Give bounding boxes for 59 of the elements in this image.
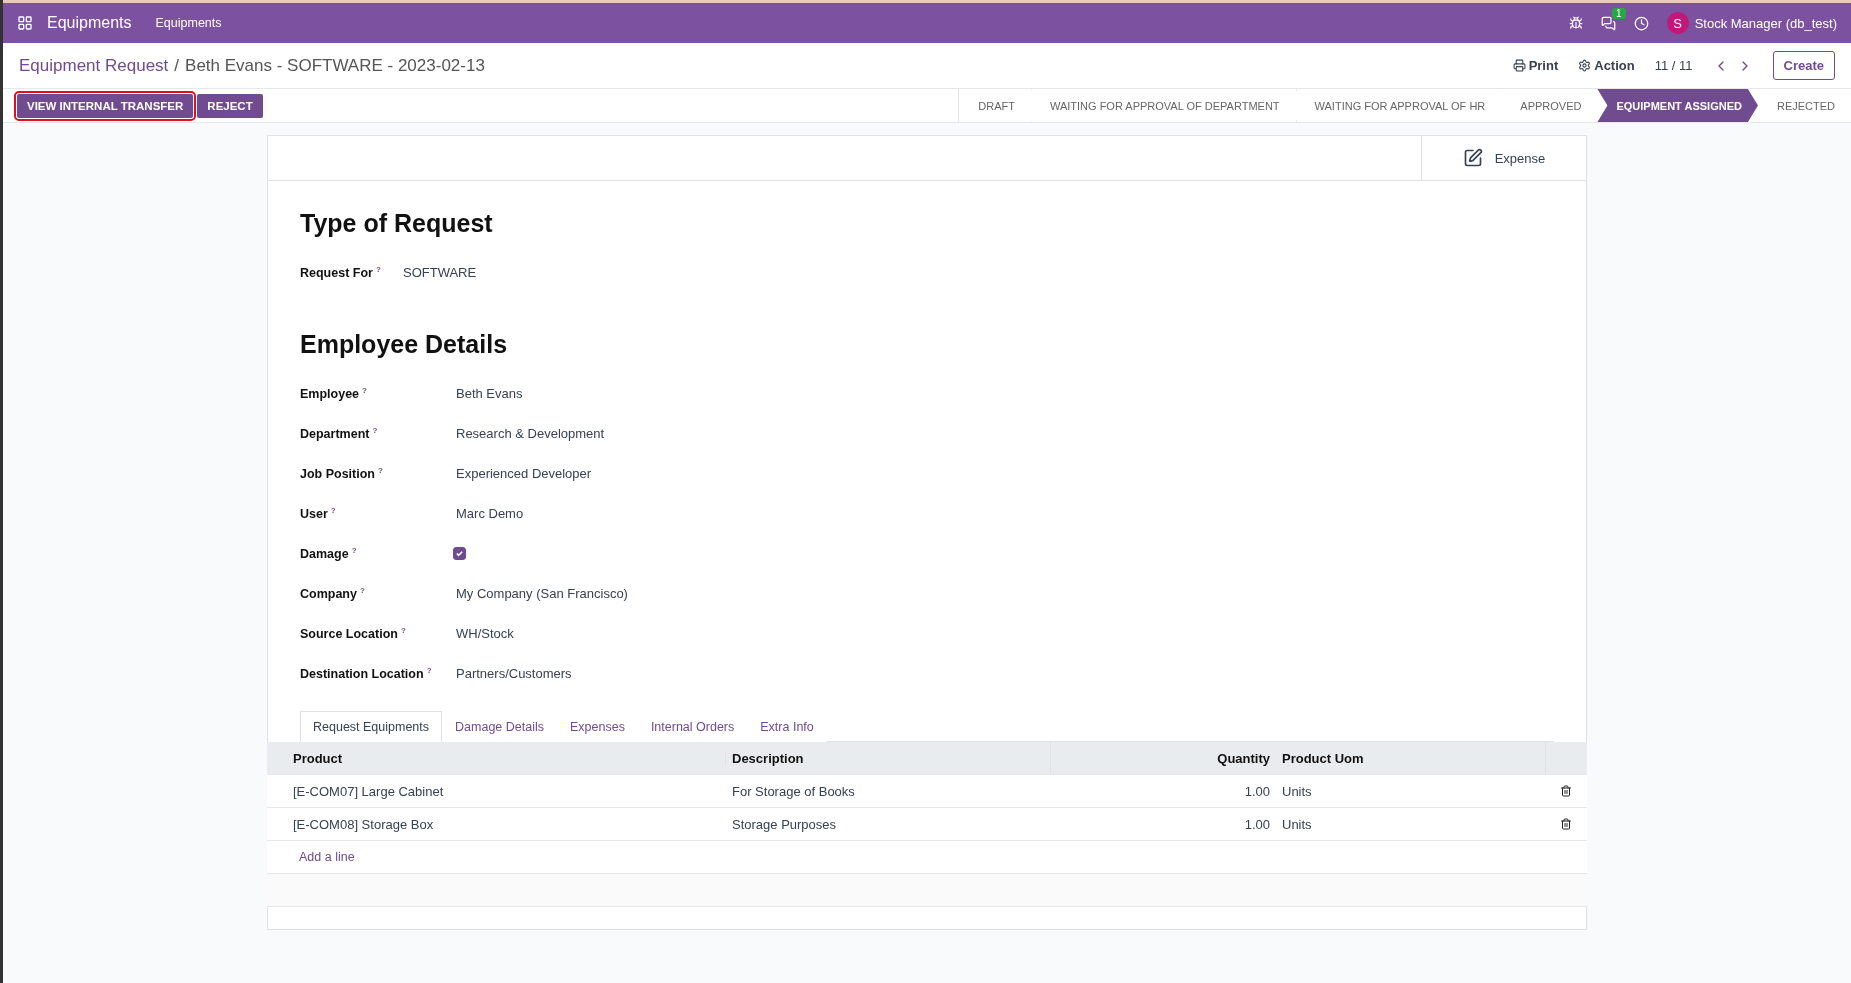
field-value: SOFTWARE <box>403 264 477 280</box>
breadcrumb-separator: / <box>174 55 180 76</box>
field-label: User $^{?}$ <box>300 505 337 523</box>
field-value: Marc Demo <box>456 505 524 521</box>
breadcrumb-link[interactable]: Equipment Request <box>19 55 169 76</box>
add-line-link[interactable]: Add a line <box>267 850 726 864</box>
table-cell-text: Units <box>1281 783 1313 799</box>
field-value: My Company (San Francisco) <box>456 585 628 601</box>
status-stage[interactable]: EQUIPMENT ASSIGNED <box>1597 89 1758 122</box>
chat-icon[interactable] <box>1600 15 1616 31</box>
app-grid-icon[interactable] <box>17 15 33 31</box>
edit-square-icon <box>1462 148 1483 168</box>
table-cell: [E-COM08] Storage Box <box>293 816 434 832</box>
field-value: Partners/Customers <box>456 665 572 681</box>
delete-icon[interactable] <box>1560 818 1572 830</box>
field-label: Job Position $^{?}$ <box>300 465 384 483</box>
header-action-button[interactable]: VIEW INTERNAL TRANSFER <box>17 93 194 118</box>
table-cell: [E-COM07] Large Cabinet <box>293 783 444 799</box>
user-name[interactable]: Stock Manager (db_test) <box>1694 15 1837 31</box>
field-label: Source Location $^{?}$ <box>300 625 407 643</box>
section-heading: Type of Request <box>300 209 494 238</box>
delete-icon[interactable] <box>1560 785 1572 797</box>
field-label: Damage $^{?}$ <box>300 545 358 563</box>
printer-icon <box>1512 59 1526 72</box>
print-button[interactable]: Print <box>1512 58 1559 73</box>
column-header[interactable]: Product Uom <box>1276 742 1546 774</box>
column-header[interactable]: Description <box>726 742 1051 774</box>
table-cell-text: 1.00 <box>1243 816 1271 832</box>
table-cell-text: Storage Purposes <box>731 816 838 832</box>
header-action-button[interactable]: REJECT <box>197 93 263 118</box>
section-heading: Employee Details <box>300 330 509 359</box>
field-label: Department $^{?}$ <box>300 425 379 443</box>
field-label: Destination Location $^{?}$ <box>300 665 433 683</box>
pager-counter[interactable]: 11 / 11 <box>1654 58 1693 73</box>
field-label: Request For $^{?}$ <box>300 264 382 282</box>
checkmark-icon <box>455 548 464 558</box>
field-value: Experienced Developer <box>456 465 592 481</box>
user-avatar[interactable]: S <box>1666 12 1689 34</box>
damage-checkbox[interactable] <box>453 546 466 560</box>
table-cell-text: 1.00 <box>1243 783 1271 799</box>
bug-icon[interactable] <box>1568 16 1583 30</box>
table-cell-text: Units <box>1281 816 1313 832</box>
notebook-tab[interactable]: Request Equipments <box>300 711 443 742</box>
nav-menu-item[interactable]: Equipments <box>155 16 222 30</box>
app-name[interactable]: Equipments <box>47 14 132 32</box>
field-value: Beth Evans <box>456 385 523 401</box>
field-label: Employee $^{?}$ <box>300 385 368 403</box>
message-count-badge: 1 <box>1612 7 1626 19</box>
activity-clock-icon[interactable] <box>1633 15 1649 31</box>
record-title: Beth Evans - SOFTWARE - 2023-02-13 <box>185 55 485 76</box>
table-cell-text: For Storage of Books <box>731 783 856 799</box>
create-button[interactable]: Create <box>1772 51 1835 80</box>
column-header[interactable]: Product <box>293 750 726 766</box>
action-button[interactable]: Action <box>1578 58 1635 73</box>
column-header[interactable]: Quantity <box>1051 742 1276 774</box>
field-value: Research & Development <box>456 425 605 441</box>
field-label: Company $^{?}$ <box>300 585 366 603</box>
gear-icon <box>1578 59 1592 72</box>
field-value: WH/Stock <box>456 625 514 641</box>
